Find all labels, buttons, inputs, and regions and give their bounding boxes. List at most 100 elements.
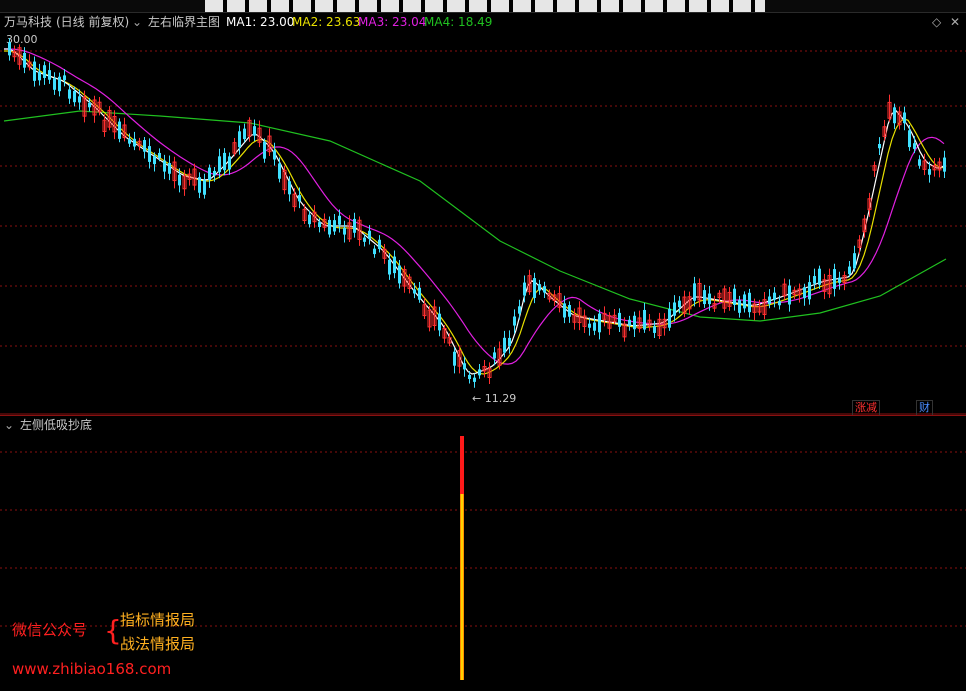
candle [282, 165, 287, 195]
candle [647, 313, 652, 332]
candle [407, 273, 412, 294]
candle [12, 45, 17, 62]
candle [33, 56, 36, 87]
candle [607, 312, 612, 335]
indicator-dropdown-icon[interactable]: ⌄ [4, 416, 14, 434]
candle [478, 364, 481, 379]
candle [697, 278, 702, 308]
indicator-panel[interactable]: 微信公众号 { 指标情报局 战法情报局 www.zhibiao168.com [0, 434, 966, 687]
candle [533, 272, 536, 304]
template-selector[interactable]: 左右临界主图 [148, 13, 220, 31]
candle [543, 281, 546, 298]
candle [633, 311, 636, 337]
candle [643, 302, 646, 333]
candle [333, 214, 336, 235]
candle [402, 265, 407, 293]
ma3-label: MA3: 23.04 [358, 15, 427, 29]
candle [937, 157, 942, 178]
candle [808, 275, 811, 305]
candle [687, 291, 692, 315]
candle [187, 168, 192, 186]
candle [897, 106, 902, 130]
zhangjian-badge[interactable]: 涨减 [852, 400, 880, 416]
candle [712, 295, 717, 313]
candle [932, 157, 937, 177]
period-label: (日线 前复权) [56, 15, 130, 29]
candle [487, 362, 492, 385]
candle [727, 286, 732, 311]
candle [918, 155, 921, 169]
candle [263, 138, 266, 163]
candle [172, 156, 177, 189]
candle [668, 302, 671, 331]
settings-diamond-icon[interactable]: ◇ [932, 13, 941, 31]
candle [122, 117, 127, 142]
candle [657, 312, 662, 340]
candle [38, 63, 41, 86]
candle [887, 94, 892, 122]
candle [208, 164, 211, 188]
candle [637, 310, 642, 333]
price-chart[interactable]: 30.00 ← 11.29 涨减 财 [0, 31, 966, 416]
indicator-title[interactable]: 左侧低吸抄底 [20, 416, 92, 434]
candle [908, 124, 911, 151]
candle [857, 235, 862, 254]
cai-badge[interactable]: 财 [916, 400, 933, 416]
period-tab-bar [0, 0, 966, 13]
watermark-url: www.zhibiao168.com [12, 660, 172, 678]
dropdown-icon[interactable]: ⌄ [132, 13, 142, 31]
candle [803, 283, 806, 306]
candle [538, 279, 541, 295]
candle [733, 284, 736, 311]
candle [722, 285, 727, 313]
candle [192, 163, 197, 191]
indicator-header: ⌄ 左侧低吸抄底 [0, 416, 966, 434]
candle [943, 150, 946, 178]
candle [628, 315, 631, 331]
candle [343, 220, 346, 243]
candle [827, 268, 832, 298]
wechat-label: 微信公众号 [12, 621, 88, 639]
signal-bar-top [460, 436, 464, 494]
candle [508, 330, 511, 354]
candle [107, 106, 112, 131]
candle [267, 128, 272, 157]
candle [703, 284, 706, 308]
candle [878, 137, 881, 156]
candle [382, 243, 387, 264]
candle [833, 263, 836, 297]
candle [63, 68, 66, 87]
candle [58, 72, 61, 97]
ma1-line [4, 48, 945, 375]
candle [842, 271, 847, 291]
candle [223, 148, 226, 176]
close-icon[interactable]: ✕ [950, 13, 960, 31]
candle [822, 273, 827, 300]
candle [373, 245, 376, 258]
candle [527, 269, 532, 295]
candle [143, 136, 146, 159]
candle [853, 245, 856, 272]
candle [48, 62, 51, 84]
candle [203, 173, 206, 199]
candlestick-chart: 30.00 ← 11.29 [0, 33, 966, 415]
candle [298, 187, 301, 209]
ma2-line [4, 50, 945, 375]
candle [43, 61, 46, 85]
candle [137, 137, 142, 151]
watermark-line2: 战法情报局 [120, 635, 196, 653]
candle [432, 299, 437, 331]
candle [133, 131, 136, 151]
ma4-label: MA4: 18.49 [424, 15, 493, 29]
ma2-label: MA2: 23.63 [292, 15, 361, 29]
candle [218, 148, 221, 179]
candle [198, 172, 201, 199]
candle [357, 216, 362, 246]
candle [682, 290, 687, 318]
candle [838, 271, 841, 290]
candle [422, 297, 427, 320]
candle [243, 123, 246, 143]
candle [253, 119, 256, 142]
candle [738, 295, 741, 318]
candle [322, 213, 327, 232]
